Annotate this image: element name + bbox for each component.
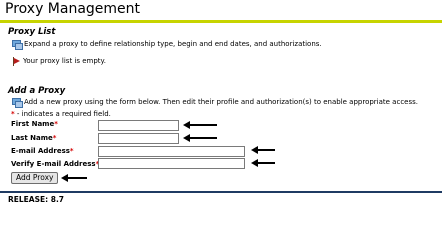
required-star: * <box>52 134 57 142</box>
last-name-field[interactable] <box>98 133 179 144</box>
page-header: Proxy Management <box>0 0 442 23</box>
arrow-left-icon <box>251 159 275 167</box>
verify-email-label-text: Verify E-mail Address <box>11 160 96 168</box>
required-note-text: - indicates a required field. <box>14 110 111 118</box>
footer-divider <box>0 191 442 193</box>
add-proxy-button[interactable]: Add Proxy <box>11 172 59 184</box>
last-name-label: Last Name* <box>11 133 56 143</box>
proxy-list-empty-message: Your proxy list is empty. <box>12 56 106 66</box>
first-name-label: First Name* <box>11 119 58 129</box>
last-name-label-text: Last Name <box>11 134 53 142</box>
proxy-list-heading: Proxy List <box>8 27 56 37</box>
arrow-left-icon <box>183 134 217 142</box>
page-title: Proxy Management <box>5 1 141 17</box>
arrow-left-icon <box>251 146 275 154</box>
proxy-list-empty-text: Your proxy list is empty. <box>23 57 106 65</box>
first-name-field[interactable] <box>98 120 179 131</box>
email-label: E-mail Address* <box>11 146 74 156</box>
verify-email-field[interactable] <box>98 158 245 169</box>
verify-email-label: Verify E-mail Address* <box>11 159 99 169</box>
arrow-left-icon <box>61 174 87 182</box>
email-label-text: E-mail Address <box>11 147 70 155</box>
required-note: * - indicates a required field. <box>11 109 111 119</box>
proxy-list-info: Expand a proxy to define relationship ty… <box>12 39 322 50</box>
info-icon <box>12 98 23 108</box>
warning-flag-icon <box>12 56 20 66</box>
required-star: * <box>69 147 74 155</box>
required-star: * <box>54 120 58 128</box>
arrow-left-icon <box>183 121 217 129</box>
add-proxy-info-text: Add a new proxy using the form below. Th… <box>24 98 418 106</box>
info-icon <box>12 40 23 50</box>
add-proxy-heading: Add a Proxy <box>8 86 66 96</box>
proxy-list-info-text: Expand a proxy to define relationship ty… <box>24 40 322 48</box>
add-proxy-info: Add a new proxy using the form below. Th… <box>12 97 418 108</box>
email-field[interactable] <box>98 146 245 157</box>
release-version: RELEASE: 8.7 <box>8 195 65 204</box>
first-name-label-text: First Name <box>11 120 55 128</box>
